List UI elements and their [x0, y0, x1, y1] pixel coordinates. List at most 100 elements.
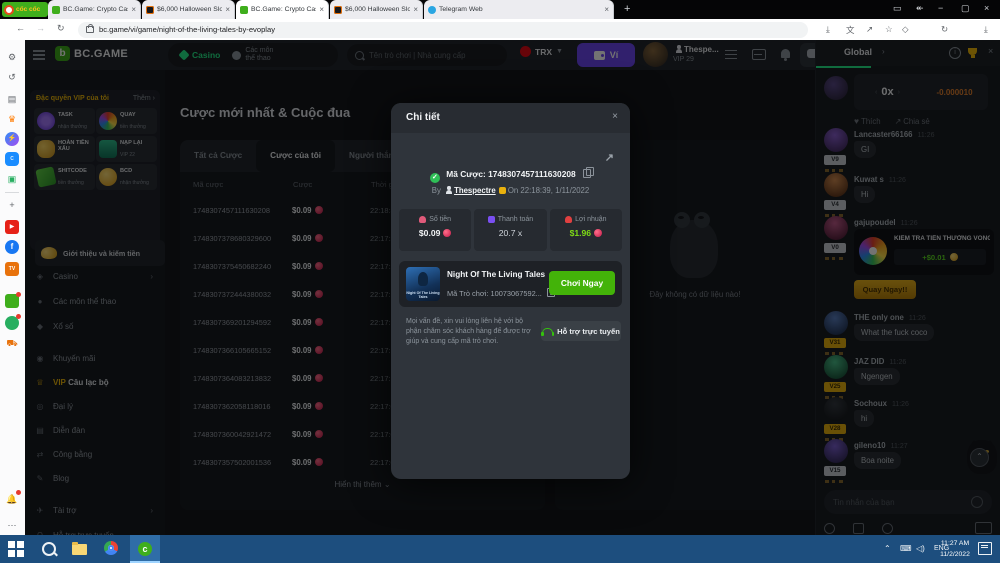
- share-icon[interactable]: ↗: [866, 24, 873, 35]
- browser-tab[interactable]: $6,000 Halloween Slot Battle ×: [142, 0, 235, 19]
- history-icon[interactable]: ↺: [5, 70, 19, 84]
- tab-close-icon[interactable]: ×: [604, 5, 609, 14]
- tab-close-icon[interactable]: ×: [225, 5, 230, 14]
- system-clock[interactable]: 11:27 AM11/2/2022: [938, 538, 972, 560]
- notification-bell-icon[interactable]: 🔔: [5, 492, 19, 506]
- coccoc-crab-icon: [4, 5, 14, 15]
- browser-tab[interactable]: Telegram Web ×: [424, 0, 614, 19]
- bet-details-modal: Chi tiết × ↗ ✓ Mã Cược: 1748307457111630…: [391, 103, 630, 479]
- game-id-value: 10073067592...: [490, 289, 541, 298]
- browser-sidebar: ⚙ ↺ ▤ ♛ ⚡ c ▣ + ▶ f TV ⛟ 🔔 ⋯: [0, 40, 26, 535]
- tab-close-icon[interactable]: ×: [131, 5, 136, 14]
- vip-crown-icon[interactable]: ♛: [5, 112, 19, 126]
- volume-icon[interactable]: ◁): [916, 544, 925, 553]
- tab-back-icon[interactable]: ↞: [916, 3, 924, 14]
- tray-expand-icon[interactable]: ⌃: [884, 544, 891, 553]
- network-icon[interactable]: ⌨: [900, 544, 912, 553]
- games-gamepad-icon[interactable]: ▣: [5, 172, 19, 186]
- halloween-favicon: [146, 6, 154, 14]
- tab-close-icon[interactable]: ×: [319, 5, 324, 14]
- bet-username[interactable]: Thespectre: [454, 186, 496, 195]
- more-options-icon[interactable]: ⋯: [5, 518, 19, 532]
- bet-byline: By Thespectre On 22:18:39, 1/11/2022: [391, 186, 630, 195]
- tv-app-icon[interactable]: TV: [5, 262, 19, 276]
- bet-id-value: 1748307457111630208: [488, 169, 576, 179]
- help-text: Mọi vấn đề, xin vui lòng liên hệ với bộ …: [406, 317, 534, 347]
- share-bet-icon[interactable]: ↗: [605, 151, 614, 164]
- bet-id-line: ✓ Mã Cược: 1748307457111630208: [391, 169, 630, 183]
- bet-stats: Số tiền $0.09 Thanh toán 20.7 x Lợi nhuậ…: [399, 209, 622, 251]
- telegram-favicon: [428, 6, 436, 14]
- back-icon[interactable]: ←: [16, 23, 25, 33]
- file-explorer-icon[interactable]: [72, 541, 88, 557]
- browser-tab-active[interactable]: BC.Game: Crypto Casino Gam ×: [236, 0, 329, 19]
- zalo-chat-icon[interactable]: c: [5, 152, 19, 166]
- taskbar-search-icon[interactable]: [42, 541, 58, 557]
- youtube-icon[interactable]: ▶: [5, 220, 19, 234]
- modal-header: Chi tiết ×: [391, 103, 630, 133]
- play-now-button[interactable]: Chơi Ngay: [549, 271, 615, 295]
- coccoc-taskbar-active[interactable]: c: [130, 535, 160, 563]
- user-medal-icon: [499, 187, 506, 194]
- close-window-button[interactable]: ×: [984, 3, 989, 13]
- lock-icon: [86, 26, 94, 33]
- amount-icon: [419, 216, 426, 223]
- sync-icon[interactable]: ↻: [941, 24, 948, 35]
- live-support-button[interactable]: Hỗ trợ trực tuyến: [541, 321, 621, 341]
- reader-mode-icon[interactable]: ▭: [893, 3, 902, 14]
- currency-coin-icon: [594, 229, 602, 237]
- headset-icon: [542, 328, 553, 335]
- reload-icon[interactable]: ↻: [57, 23, 65, 34]
- copy-icon[interactable]: [583, 169, 591, 178]
- minimize-button[interactable]: −: [938, 3, 943, 13]
- browser-address-bar: ← → ↻ bc.game/vi/game/night-of-the-livin…: [0, 19, 1000, 41]
- translate-icon[interactable]: 文: [846, 24, 855, 36]
- stat-payout: Thanh toán 20.7 x: [474, 209, 546, 251]
- stat-profit: Lợi nhuận $1.96: [550, 209, 622, 251]
- action-center-icon[interactable]: [978, 542, 992, 555]
- modal-title: Chi tiết: [406, 112, 440, 123]
- profit-icon: [565, 216, 572, 223]
- bcgame-favicon: [52, 6, 60, 14]
- currency-coin-icon: [443, 229, 451, 237]
- payout-icon: [488, 216, 495, 223]
- green-chat-app-icon[interactable]: [5, 316, 19, 330]
- browser-tab[interactable]: $6,000 Halloween Slot Battle ×: [330, 0, 423, 19]
- gift-app-icon[interactable]: [5, 294, 19, 308]
- shopping-cart-icon[interactable]: ⛟: [5, 336, 19, 350]
- browser-tab-strip: cốc cốc BC.Game: Crypto Casino Gam × $6,…: [0, 0, 1000, 19]
- messenger-icon[interactable]: ⚡: [5, 132, 19, 146]
- settings-gear-icon[interactable]: ⚙: [5, 50, 19, 64]
- verified-check-icon: ✓: [430, 173, 440, 183]
- bcgame-favicon: [240, 6, 248, 14]
- start-button[interactable]: [8, 541, 24, 557]
- save-page-icon[interactable]: ⤓: [826, 24, 830, 35]
- browser-tab[interactable]: BC.Game: Crypto Casino Gam ×: [48, 0, 141, 19]
- close-modal-icon[interactable]: ×: [612, 111, 618, 122]
- reading-list-icon[interactable]: ▤: [5, 92, 19, 106]
- person-icon: [445, 186, 452, 194]
- coccoc-icon: c: [138, 542, 152, 556]
- sidebar-divider: [5, 192, 19, 193]
- coccoc-logo[interactable]: cốc cốc: [2, 2, 48, 17]
- game-name: Night Of The Living Tales: [447, 270, 552, 279]
- forward-icon[interactable]: →: [36, 23, 45, 33]
- halloween-favicon: [334, 6, 342, 14]
- bookmark-star-icon[interactable]: ☆: [885, 24, 893, 35]
- game-info-card: Night Of The Living Tales Night Of The L…: [399, 261, 622, 307]
- adblock-shield-icon[interactable]: ◇: [902, 24, 909, 35]
- stat-amount: Số tiền $0.09: [399, 209, 471, 251]
- windows-taskbar: c ⌃ ⌨ ◁) ENG 11:27 AM11/2/2022: [0, 535, 1000, 563]
- game-id-line: Mã Trò chơi: 10073067592...: [447, 288, 555, 298]
- tab-close-icon[interactable]: ×: [413, 5, 418, 14]
- downloads-tray-icon[interactable]: ⤓: [984, 24, 988, 35]
- chrome-icon[interactable]: [104, 541, 120, 557]
- page-url: bc.game/vi/game/night-of-the-living-tale…: [99, 25, 275, 34]
- facebook-icon[interactable]: f: [5, 240, 19, 254]
- new-tab-button[interactable]: +: [624, 3, 630, 15]
- bet-datetime: 22:18:39, 1/11/2022: [520, 186, 589, 195]
- game-thumbnail[interactable]: Night Of The Living Tales: [406, 267, 440, 301]
- add-shortcut-icon[interactable]: +: [5, 198, 19, 212]
- maximize-button[interactable]: ▢: [961, 3, 970, 14]
- url-field[interactable]: bc.game/vi/game/night-of-the-living-tale…: [78, 22, 808, 38]
